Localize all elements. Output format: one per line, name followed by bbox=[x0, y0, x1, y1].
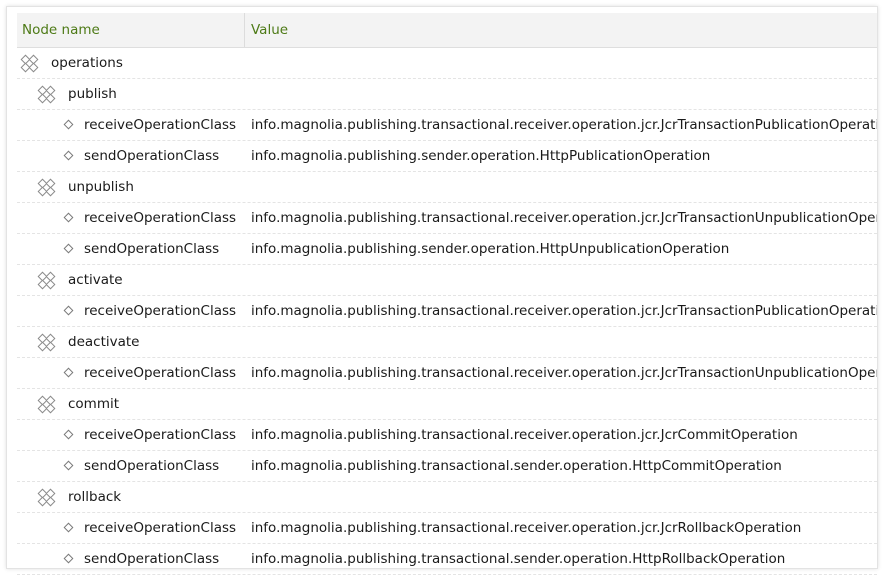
node-name-cell: activate bbox=[17, 271, 251, 290]
node-name-label: receiveOperationClass bbox=[84, 365, 237, 381]
content-node-icon bbox=[37, 178, 56, 197]
table-row[interactable]: receiveOperationClass info.magnolia.publi… bbox=[17, 296, 877, 327]
node-name-cell: sendOperationClass bbox=[17, 551, 251, 567]
property-diamond-icon bbox=[60, 210, 76, 226]
node-name-label: receiveOperationClass bbox=[84, 117, 237, 133]
node-name-cell: receiveOperationClass bbox=[17, 520, 251, 536]
node-value-cell: info.magnolia.publishing.transactional.r… bbox=[251, 117, 877, 133]
property-diamond-icon bbox=[60, 117, 76, 133]
node-value-cell: info.magnolia.publishing.transactional.s… bbox=[251, 458, 782, 474]
table-row[interactable]: receiveOperationClass info.magnolia.publi… bbox=[17, 420, 877, 451]
node-name-label: operations bbox=[51, 55, 123, 71]
node-value-cell: info.magnolia.publishing.transactional.r… bbox=[251, 210, 877, 226]
node-name-label: receiveOperationClass bbox=[84, 427, 237, 443]
table-row[interactable]: commit bbox=[17, 389, 877, 420]
table-row[interactable]: activate bbox=[17, 265, 877, 296]
property-diamond-icon bbox=[60, 458, 76, 474]
node-name-cell: operations bbox=[17, 54, 251, 73]
table-row[interactable]: receiveOperationClass info.magnolia.publi… bbox=[17, 110, 877, 141]
table-row[interactable]: sendOperationClass info.magnolia.publishi… bbox=[17, 234, 877, 265]
property-diamond-icon bbox=[60, 365, 76, 381]
node-value-cell: info.magnolia.publishing.transactional.r… bbox=[251, 365, 877, 381]
node-name-cell: receiveOperationClass bbox=[17, 210, 251, 226]
table-row[interactable]: receiveOperationClass info.magnolia.publi… bbox=[17, 358, 877, 389]
tree-table: Node name Value operations publish receive… bbox=[17, 13, 877, 575]
node-name-label: receiveOperationClass bbox=[84, 303, 237, 319]
node-name-label: receiveOperationClass bbox=[84, 520, 237, 536]
node-name-cell: rollback bbox=[17, 488, 251, 507]
tree-table-frame: Node name Value operations publish receive… bbox=[6, 6, 878, 575]
table-row[interactable]: sendOperationClass info.magnolia.publishi… bbox=[17, 451, 877, 482]
table-row[interactable]: sendOperationClass info.magnolia.publishi… bbox=[17, 141, 877, 172]
node-name-label: sendOperationClass bbox=[84, 551, 220, 567]
table-row[interactable]: receiveOperationClass info.magnolia.publi… bbox=[17, 513, 877, 544]
node-name-cell: receiveOperationClass bbox=[17, 427, 251, 443]
table-row[interactable]: receiveOperationClass info.magnolia.publi… bbox=[17, 203, 877, 234]
node-name-cell: receiveOperationClass bbox=[17, 365, 251, 381]
content-node-icon bbox=[37, 85, 56, 104]
node-value-cell: info.magnolia.publishing.transactional.s… bbox=[251, 551, 786, 567]
node-name-label: sendOperationClass bbox=[84, 241, 220, 257]
node-name-cell: receiveOperationClass bbox=[17, 117, 251, 133]
node-value-cell: info.magnolia.publishing.sender.operatio… bbox=[251, 241, 730, 257]
table-header: Node name Value bbox=[17, 13, 877, 48]
node-name-label: publish bbox=[68, 86, 117, 102]
node-name-cell: receiveOperationClass bbox=[17, 303, 251, 319]
node-name-label: rollback bbox=[68, 489, 122, 505]
property-diamond-icon bbox=[60, 520, 76, 536]
node-name-cell: unpublish bbox=[17, 178, 251, 197]
property-diamond-icon bbox=[60, 303, 76, 319]
node-name-label: receiveOperationClass bbox=[84, 210, 237, 226]
content-node-icon bbox=[37, 488, 56, 507]
content-node-icon bbox=[37, 395, 56, 414]
table-row[interactable]: unpublish bbox=[17, 172, 877, 203]
column-header-node-name[interactable]: Node name bbox=[17, 13, 245, 47]
node-name-label: sendOperationClass bbox=[84, 148, 220, 164]
node-name-cell: commit bbox=[17, 395, 251, 414]
node-name-label: activate bbox=[68, 272, 123, 288]
table-body: operations publish receiveOperationClass in… bbox=[17, 48, 877, 575]
table-row[interactable]: publish bbox=[17, 79, 877, 110]
node-value-cell: info.magnolia.publishing.sender.operatio… bbox=[251, 148, 711, 164]
node-name-label: sendOperationClass bbox=[84, 458, 220, 474]
node-name-label: unpublish bbox=[68, 179, 134, 195]
table-row[interactable]: deactivate bbox=[17, 327, 877, 358]
content-node-icon bbox=[37, 271, 56, 290]
node-name-cell: sendOperationClass bbox=[17, 458, 251, 474]
node-name-cell: deactivate bbox=[17, 333, 251, 352]
node-value-cell: info.magnolia.publishing.transactional.r… bbox=[251, 303, 877, 319]
content-node-icon bbox=[20, 54, 39, 73]
node-name-cell: sendOperationClass bbox=[17, 241, 251, 257]
property-diamond-icon bbox=[60, 551, 76, 567]
node-value-cell: info.magnolia.publishing.transactional.r… bbox=[251, 427, 798, 443]
property-diamond-icon bbox=[60, 427, 76, 443]
property-diamond-icon bbox=[60, 241, 76, 257]
table-row[interactable]: rollback bbox=[17, 482, 877, 513]
table-row[interactable]: operations bbox=[17, 48, 877, 79]
column-header-value[interactable]: Value bbox=[245, 13, 877, 47]
property-diamond-icon bbox=[60, 148, 76, 164]
node-name-label: commit bbox=[68, 396, 120, 412]
content-node-icon bbox=[37, 333, 56, 352]
node-name-cell: publish bbox=[17, 85, 251, 104]
node-name-cell: sendOperationClass bbox=[17, 148, 251, 164]
table-row[interactable]: sendOperationClass info.magnolia.publishi… bbox=[17, 544, 877, 575]
node-value-cell: info.magnolia.publishing.transactional.r… bbox=[251, 520, 802, 536]
node-name-label: deactivate bbox=[68, 334, 140, 350]
